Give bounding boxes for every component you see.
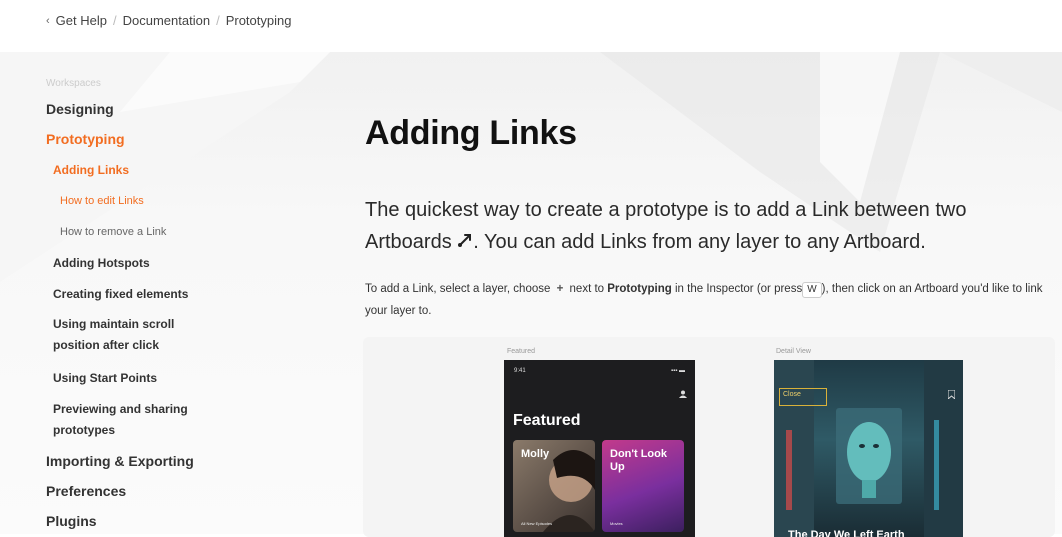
sidebar-item-designing[interactable]: Designing (46, 94, 326, 124)
featured-heading: Featured (513, 412, 581, 429)
page-title: Adding Links (365, 114, 577, 152)
sidebar-item-plugins[interactable]: Plugins (46, 506, 326, 536)
sidebar-item-creating-fixed-elements[interactable]: Creating fixed elements (46, 279, 326, 310)
sidebar-item-previewing-sharing[interactable]: Previewing and sharing prototypes (46, 394, 206, 446)
chevron-left-icon[interactable]: ‹ (46, 15, 50, 27)
sidebar-item-how-to-remove-a-link[interactable]: How to remove a Link (46, 217, 326, 248)
card-dont-look-up: Don't Look Up Movies (602, 440, 684, 532)
prototyping-label: Prototyping (607, 283, 672, 295)
sidebar-item-faded[interactable]: Workspaces (46, 78, 326, 94)
status-bar: 9:41 ▪▪▪ ▬ (514, 368, 685, 374)
sidebar-item-prototyping[interactable]: Prototyping (46, 124, 326, 155)
card-dont-look-up-title: Don't Look Up (610, 448, 667, 473)
sidebar-item-start-points[interactable]: Using Start Points (46, 362, 326, 394)
artboard-detail-view: Close The Day We Left Earth (774, 360, 963, 537)
artboard-label-detail-view: Detail View (776, 348, 811, 355)
sidebar-item-importing-exporting[interactable]: Importing & Exporting (46, 446, 326, 476)
status-time: 9:41 (514, 368, 526, 374)
card-dont-look-up-subtitle: Movies (610, 521, 623, 526)
body-text-2: next to (569, 283, 605, 295)
card-molly-subtitle: All New Episodes (521, 521, 553, 526)
profile-icon (679, 390, 687, 398)
link-arrow-icon (457, 226, 473, 258)
sidebar-item-adding-links[interactable]: Adding Links (46, 155, 326, 186)
card-molly: Molly All New Episodes (513, 440, 595, 532)
sidebar-nav: Workspaces Designing Prototyping Adding … (46, 78, 326, 536)
close-badge[interactable]: Close (779, 388, 827, 406)
breadcrumb-documentation[interactable]: Documentation (123, 13, 210, 28)
breadcrumb-separator: / (112, 13, 117, 28)
artboard-featured: 9:41 ▪▪▪ ▬ Featured Molly All New Episod… (504, 360, 695, 537)
sci-fi-poster-image (774, 360, 963, 537)
instruction-paragraph: To add a Link, select a layer, choose + … (365, 278, 1055, 322)
sidebar-item-adding-hotspots[interactable]: Adding Hotspots (46, 248, 326, 279)
sidebar-item-preferences[interactable]: Preferences (46, 476, 326, 506)
artboard-label-featured: Featured (507, 348, 536, 355)
body-text-1: To add a Link, select a layer, choose (365, 283, 551, 295)
sidebar-item-maintain-scroll[interactable]: Using maintain scroll position after cli… (46, 310, 196, 362)
breadcrumb-prototyping[interactable]: Prototyping (226, 13, 292, 28)
breadcrumb-separator: / (216, 13, 220, 28)
sidebar-item-how-to-edit-links[interactable]: How to edit Links (46, 186, 326, 217)
illustration-panel: Featured 9:41 ▪▪▪ ▬ Featured Molly All N… (363, 337, 1055, 537)
signal-battery-icon: ▪▪▪ ▬ (670, 368, 685, 374)
detail-title: The Day We Left Earth (788, 529, 905, 537)
keyboard-shortcut: W (802, 282, 822, 298)
lead-text-2: . You can add Links from any layer to an… (473, 231, 926, 253)
breadcrumb-get-help[interactable]: Get Help (56, 13, 107, 28)
plus-icon: + (556, 283, 564, 295)
lead-paragraph: The quickest way to create a prototype i… (365, 194, 1055, 258)
body-text-3: in the Inspector (or press (675, 283, 803, 295)
bookmark-icon[interactable] (948, 390, 955, 399)
card-molly-title: Molly (521, 448, 550, 460)
breadcrumb: ‹ Get Help / Documentation / Prototyping (46, 13, 291, 28)
